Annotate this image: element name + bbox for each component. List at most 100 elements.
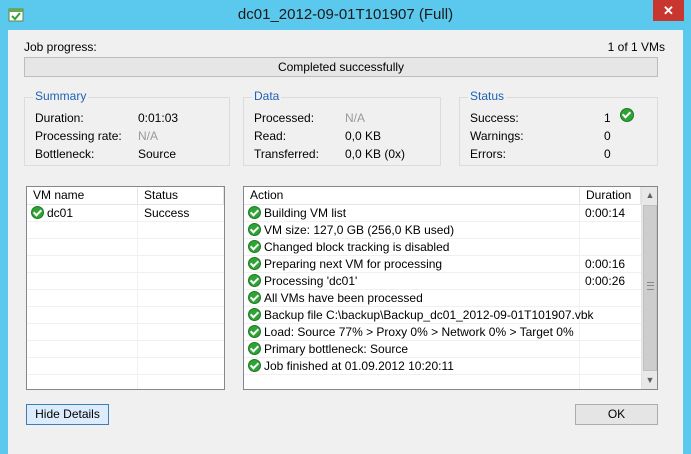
transferred-value: 0,0 KB (0x) <box>345 147 406 161</box>
empty-row <box>27 273 224 290</box>
empty-row <box>27 324 224 341</box>
action-cell-text: Backup file C:\backup\Backup_dc01_2012-0… <box>264 308 594 322</box>
duration-cell-text: 0:00:16 <box>585 257 626 271</box>
processed-label: Processed: <box>254 111 315 125</box>
vm-row[interactable]: dc01 Success <box>27 205 224 222</box>
scrollbar-thumb[interactable] <box>643 205 657 371</box>
errors-label: Errors: <box>470 147 506 161</box>
scroll-up-arrow-icon[interactable]: ▲ <box>642 187 657 204</box>
empty-row <box>27 239 224 256</box>
action-cell: Backup file C:\backup\Backup_dc01_2012-0… <box>248 307 594 324</box>
action-cell: Changed block tracking is disabled <box>248 239 449 256</box>
action-row[interactable]: Processing 'dc01' 0:00:26 <box>244 273 657 290</box>
action-cell-text: Load: Source 77% > Proxy 0% > Network 0%… <box>264 325 574 339</box>
action-row[interactable]: Load: Source 77% > Proxy 0% > Network 0%… <box>244 324 657 341</box>
data-title: Data <box>252 89 282 103</box>
action-cell-text: All VMs have been processed <box>264 291 423 305</box>
vm-name-column-header[interactable]: VM name <box>27 187 138 205</box>
status-group: Status Success: 1 Warnings: 0 Errors: 0 <box>459 89 658 166</box>
duration-cell: 0:00:16 <box>585 256 625 273</box>
action-row[interactable]: Changed block tracking is disabled <box>244 239 657 256</box>
action-log[interactable]: Action Duration Building VM list 0:00:14 V… <box>243 186 658 390</box>
job-progress-label: Job progress: <box>24 40 97 54</box>
action-cell: Building VM list <box>248 205 346 222</box>
warnings-value: 0 <box>604 129 611 143</box>
action-column-header[interactable]: Action <box>244 187 580 205</box>
empty-row <box>27 358 224 375</box>
empty-row <box>27 307 224 324</box>
duration-cell-text: 0:00:14 <box>585 206 626 220</box>
action-cell-text: Building VM list <box>264 206 347 220</box>
action-row[interactable]: VM size: 127,0 GB (256,0 KB used) <box>244 222 657 239</box>
job-progress-bar: Completed successfully <box>24 57 658 77</box>
bottleneck-label: Bottleneck: <box>35 147 95 161</box>
empty-row <box>27 222 224 239</box>
action-row[interactable]: Primary bottleneck: Source <box>244 341 657 358</box>
success-check-icon <box>248 206 261 219</box>
transferred-label: Transferred: <box>254 147 319 161</box>
close-button[interactable]: ✕ <box>653 0 684 21</box>
action-log-scrollbar[interactable]: ▲ ▼ <box>641 187 657 389</box>
duration-cell: 0:00:26 <box>585 273 625 290</box>
status-title: Status <box>468 89 507 103</box>
action-cell-text: Changed block tracking is disabled <box>264 240 450 254</box>
success-check-icon <box>248 291 261 304</box>
action-row[interactable]: All VMs have been processed <box>244 290 657 307</box>
action-row[interactable]: Preparing next VM for processing 0:00:16 <box>244 256 657 273</box>
duration-column-header[interactable]: Duration <box>580 187 641 205</box>
success-check-icon <box>248 223 261 236</box>
success-check-icon <box>620 108 637 123</box>
action-cell-text: VM size: 127,0 GB (256,0 KB used) <box>264 223 455 237</box>
ok-button[interactable]: OK <box>575 404 658 425</box>
action-cell: VM size: 127,0 GB (256,0 KB used) <box>248 222 454 239</box>
action-cell: Processing 'dc01' <box>248 273 357 290</box>
success-value: 1 <box>604 111 611 125</box>
processed-value: N/A <box>345 111 366 125</box>
action-cell: Primary bottleneck: Source <box>248 341 408 358</box>
hide-details-button[interactable]: Hide Details <box>26 404 109 425</box>
summary-group: Summary Duration: 0:01:03 Processing rat… <box>24 89 230 166</box>
success-check-icon <box>248 240 261 253</box>
job-window: dc01_2012-09-01T101907 (Full) ✕ Job prog… <box>0 0 691 454</box>
success-check-icon <box>248 308 261 321</box>
title-bar[interactable]: dc01_2012-09-01T101907 (Full) ✕ <box>0 0 691 30</box>
action-cell-text: Preparing next VM for processing <box>264 257 443 271</box>
vm-name-cell: dc01 <box>31 205 73 222</box>
read-label: Read: <box>254 129 287 143</box>
duration-cell-text: 0:00:26 <box>585 274 626 288</box>
action-cell: Preparing next VM for processing <box>248 256 442 273</box>
success-check-icon <box>248 342 261 355</box>
close-icon: ✕ <box>663 3 674 18</box>
data-group: Data Processed: N/A Read: 0,0 KB Transfe… <box>243 89 441 166</box>
vm-count: 1 of 1 VMs <box>607 40 665 54</box>
action-cell: Job finished at 01.09.2012 10:20:11 <box>248 358 454 375</box>
action-cell: All VMs have been processed <box>248 290 423 307</box>
vm-status-column-header[interactable]: Status <box>138 187 224 205</box>
action-row[interactable]: Backup file C:\backup\Backup_dc01_2012-0… <box>244 307 657 324</box>
duration-cell: 0:00:14 <box>585 205 625 222</box>
success-check-icon <box>248 257 261 270</box>
scroll-down-arrow-icon[interactable]: ▼ <box>642 372 657 389</box>
action-cell-text: Job finished at 01.09.2012 10:20:11 <box>264 359 454 373</box>
duration-label: Duration: <box>35 111 84 125</box>
warnings-label: Warnings: <box>470 129 524 143</box>
summary-title: Summary <box>33 89 89 103</box>
window-title: dc01_2012-09-01T101907 (Full) <box>237 6 454 23</box>
success-check-icon <box>31 206 44 219</box>
empty-row <box>27 341 224 358</box>
action-row[interactable]: Job finished at 01.09.2012 10:20:11 <box>244 358 657 375</box>
empty-row <box>27 290 224 307</box>
bottleneck-value: Source <box>138 147 177 161</box>
success-label: Success: <box>470 111 519 125</box>
dialog-body: Job progress: 1 of 1 VMs Completed succe… <box>8 30 683 454</box>
action-row[interactable]: Building VM list 0:00:14 <box>244 205 657 222</box>
duration-value: 0:01:03 <box>138 111 179 125</box>
vm-list[interactable]: VM name Status dc01 Success <box>26 186 225 390</box>
action-cell-text: Primary bottleneck: Source <box>264 342 409 356</box>
action-cell-text: Processing 'dc01' <box>264 274 358 288</box>
action-cell: Load: Source 77% > Proxy 0% > Network 0%… <box>248 324 574 341</box>
vm-status-cell-text: Success <box>144 206 190 220</box>
success-check-icon <box>248 325 261 338</box>
success-check-icon <box>248 359 261 372</box>
empty-row <box>27 256 224 273</box>
